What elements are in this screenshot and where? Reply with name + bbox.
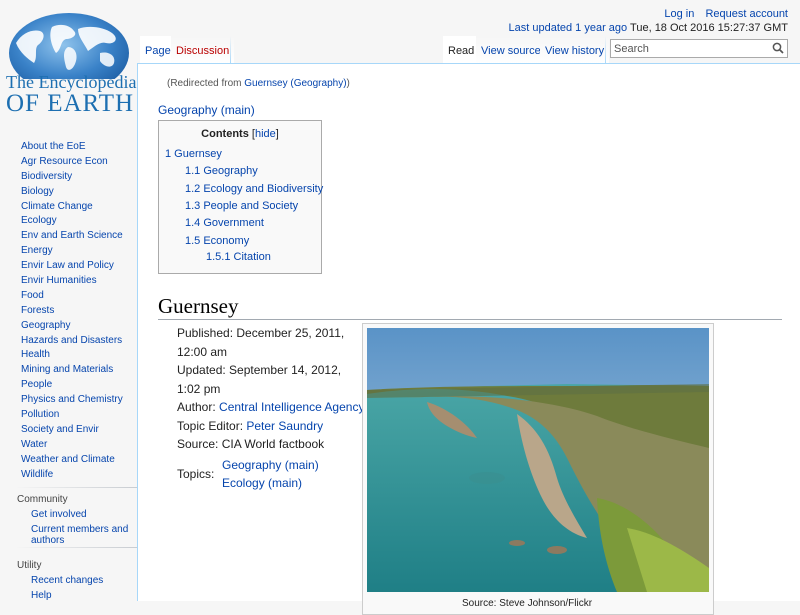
sidebar-item-society-and-envir[interactable]: Society and Envir [0,423,137,438]
author-line: Author: Central Intelligence Agency [177,398,367,417]
content-area: (Redirected from Guernsey (Geography)) G… [137,63,800,615]
last-updated-date: Tue, 18 Oct 2016 15:27:37 GMT [630,22,788,34]
topic-editor-link[interactable]: Peter Saundry [246,419,323,433]
article-photo-frame: Source: Steve Johnson/Flickr [362,323,714,615]
search-box [610,39,788,58]
redirect-suffix: ) [346,78,350,89]
sidebar-item-pollution[interactable]: Pollution [0,408,137,423]
topic-editor-label: Topic Editor: [177,418,247,433]
geography-main-link[interactable]: Geography (main) [158,103,255,117]
sidebar-item-climate-change[interactable]: Climate Change [0,200,137,215]
sidebar-item-energy[interactable]: Energy [0,244,137,259]
toc-title: Contents [hide] [159,128,321,140]
sidebar-item-water[interactable]: Water [0,438,137,453]
toc-entry-guernsey[interactable]: 1 Guernsey [165,148,222,160]
search-input[interactable] [611,40,767,57]
tab-discussion-label[interactable]: Discussion [176,45,229,57]
tab-page-label[interactable]: Page [145,45,171,57]
sidebar-item-biodiversity[interactable]: Biodiversity [0,170,137,185]
last-updated: Last updated 1 year ago Tue, 18 Oct 2016… [509,22,788,34]
tab-view-source[interactable]: View source [476,36,546,64]
sidebar-item-biology[interactable]: Biology [0,185,137,200]
sidebar-heading-utility: Utility [17,560,42,572]
sidebar-item-recent-changes[interactable]: Recent changes [0,573,137,588]
login-link[interactable]: Log in [664,8,694,20]
last-updated-link[interactable]: Last updated 1 year ago [509,22,628,34]
sidebar-item-envir-law-and-policy[interactable]: Envir Law and Policy [0,259,137,274]
site-logo[interactable]: The Encyclopedia OF EARTH [6,10,136,117]
sidebar-item-people[interactable]: People [0,378,137,393]
toc-entry-geography[interactable]: 1.1 Geography [185,165,258,177]
sidebar-item-physics-and-chemistry[interactable]: Physics and Chemistry [0,393,137,408]
sidebar-item-help[interactable]: Help [0,588,137,603]
sidebar-item-env-and-earth-science[interactable]: Env and Earth Science [0,229,137,244]
toc-hide-link[interactable]: hide [255,128,276,140]
coastline-photo[interactable] [367,328,709,592]
article-meta: Published: December 25, 2011, 12:00 am U… [177,324,367,493]
toc-entry-people[interactable]: 1.3 People and Society [185,200,298,212]
tab-read-label[interactable]: Read [448,45,474,57]
toc-entry-government[interactable]: 1.4 Government [185,217,264,229]
sidebar-item-envir-humanities[interactable]: Envir Humanities [0,274,137,289]
search-icon[interactable] [772,42,784,54]
source-line: Source: CIA World factbook [177,437,325,451]
sidebar-item-get-involved[interactable]: Get involved [0,507,137,522]
sidebar-divider [15,487,137,488]
sidebar-item-agr-resource-econ[interactable]: Agr Resource Econ [0,155,137,170]
tab-view-history-label[interactable]: View history [545,45,604,57]
tab-separator [230,36,231,64]
author-link[interactable]: Central Intelligence Agency [219,400,364,414]
toc-entry-citation[interactable]: 1.5.1 Citation [206,251,271,263]
topic-link-ecology[interactable]: Ecology (main) [222,474,319,493]
sidebar-item-current-members[interactable]: Current members and authors [0,524,131,546]
sidebar-item-hazards-and-disasters[interactable]: Hazards and Disasters [0,334,137,349]
personal-tools: Log in Request account Last updated 1 ye… [509,8,788,34]
updated-date: Updated: September 14, 2012, 1:02 pm [177,363,342,396]
sidebar-item-mining-and-materials[interactable]: Mining and Materials [0,363,137,378]
published-date: Published: December 25, 2011, 12:00 am [177,326,345,359]
tab-read[interactable]: Read [443,36,480,64]
redirect-notice: (Redirected from Guernsey (Geography)) [167,78,350,89]
sidebar-item-wildlife[interactable]: Wildlife [0,468,137,483]
redirect-prefix: (Redirected from [167,78,245,89]
sidebar: About the EoE Agr Resource Econ Biodiversi… [0,140,137,603]
table-of-contents: Contents [hide] 1 Guernsey 1.1 Geography… [158,120,323,274]
sidebar-item-ecology[interactable]: Ecology [0,214,137,229]
sidebar-item-weather-and-climate[interactable]: Weather and Climate [0,453,137,468]
logo-line-2: OF EARTH [6,90,135,117]
sidebar-heading-community: Community [17,494,68,506]
author-label: Author: [177,400,220,414]
topics-row: Topics: Geography (main) Ecology (main) [177,456,367,493]
topic-editor-line: Topic Editor: Peter Saundry [177,417,367,436]
topics-label: Topics: [177,466,215,481]
tab-separator [605,36,606,64]
tab-discussion[interactable]: Discussion [171,36,235,64]
request-account-link[interactable]: Request account [705,8,788,20]
topic-link-geography[interactable]: Geography (main) [222,456,319,475]
sidebar-divider [15,547,137,548]
toc-bracket: ] [275,128,279,140]
sidebar-item-forests[interactable]: Forests [0,304,137,319]
sidebar-item-about-the-eoe[interactable]: About the EoE [0,140,137,155]
redirect-link[interactable]: Guernsey (Geography) [244,78,346,89]
sidebar-item-geography[interactable]: Geography [0,319,137,334]
sidebar-item-health[interactable]: Health [0,348,137,363]
sidebar-item-food[interactable]: Food [0,289,137,304]
toc-entry-economy[interactable]: 1.5 Economy [185,235,249,247]
globe-icon [9,13,129,79]
page-title: Guernsey [158,293,782,320]
toc-title-text: Contents [201,128,249,140]
toc-entry-ecology[interactable]: 1.2 Ecology and Biodiversity [185,183,323,195]
tab-view-source-label[interactable]: View source [481,45,541,57]
tab-view-history[interactable]: View history [540,36,610,64]
